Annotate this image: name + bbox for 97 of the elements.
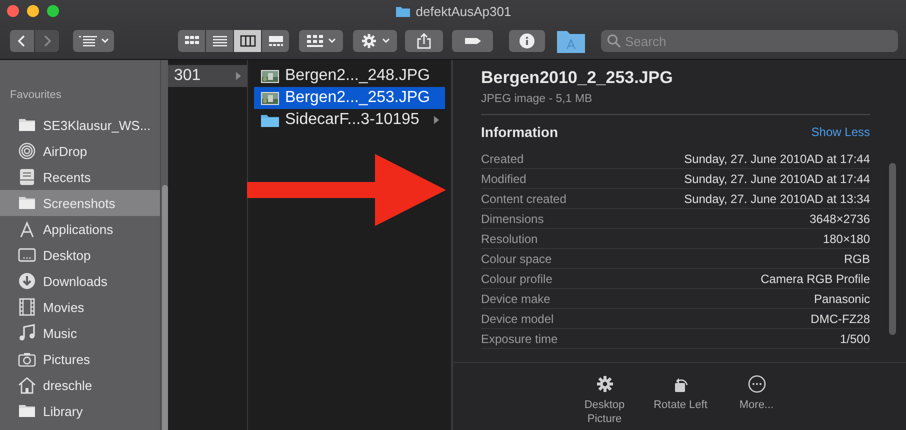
recents-icon <box>18 168 36 186</box>
info-value: Sunday, 27. June 2010AD at 17:44 <box>684 152 870 166</box>
info-label: Resolution <box>481 232 538 246</box>
view-mode-tab[interactable] <box>234 30 261 52</box>
zoom-button[interactable] <box>47 5 59 17</box>
folder-icon <box>394 4 411 18</box>
chevron-down-icon <box>100 38 108 44</box>
folder-icon <box>18 194 36 212</box>
file-name: SidecarF...3-10195 <box>285 111 420 129</box>
folder-icon <box>18 402 36 420</box>
section-header: Favourites <box>9 88 62 103</box>
file-type: JPEG image - 5,1 MB <box>481 93 870 115</box>
action-button[interactable]: Rotate Left <box>650 363 712 430</box>
show-less-link[interactable]: Show Less <box>811 125 870 139</box>
view-options-button[interactable] <box>73 30 114 52</box>
search-icon <box>607 34 621 48</box>
info-value: 1/500 <box>840 332 870 346</box>
view-mode-tab[interactable] <box>262 30 289 52</box>
sidebar-item[interactable]: Applications <box>0 216 160 242</box>
info-label: Colour profile <box>481 272 552 286</box>
info-value: Panasonic <box>814 292 870 306</box>
list-view-icon <box>210 34 228 48</box>
file-row[interactable]: SidecarF...3-10195 <box>254 109 445 131</box>
airdrop-icon <box>18 142 36 160</box>
chevron-left-icon <box>17 34 27 48</box>
file-title: Bergen2010_2_253.JPG <box>481 68 674 89</box>
info-value: Sunday, 27. June 2010AD at 17:44 <box>684 172 870 186</box>
applications-icon <box>18 220 36 238</box>
info-label: Modified <box>481 172 526 186</box>
sidebar-item[interactable]: SE3Klausur_WS... <box>0 112 160 138</box>
action-button[interactable] <box>353 30 397 52</box>
back-button[interactable] <box>10 30 34 52</box>
applications-folder-icon[interactable] <box>556 28 586 54</box>
view-mode-tab[interactable] <box>178 30 205 52</box>
share-icon <box>415 33 433 49</box>
sidebar-item[interactable]: Downloads <box>0 268 160 294</box>
minimize-button[interactable] <box>27 5 39 17</box>
file-name: Bergen2..._253.JPG <box>285 89 431 107</box>
gallery-view-icon <box>266 34 284 48</box>
info-label: Device model <box>481 312 554 326</box>
sidebar-item[interactable]: Desktop <box>0 242 160 268</box>
folder-icon <box>18 116 36 134</box>
scrollbar-thumb[interactable] <box>162 185 168 430</box>
file-row[interactable]: 301 <box>168 65 247 87</box>
window-title: defektAusAp301 <box>416 4 512 18</box>
list-icon <box>78 35 96 47</box>
group-button[interactable] <box>299 30 343 52</box>
more-icon <box>748 375 766 393</box>
scrollbar-thumb[interactable] <box>889 163 896 335</box>
desktop-icon <box>18 246 36 264</box>
section-heading: Information <box>481 124 558 140</box>
action-button[interactable]: More... <box>726 363 788 430</box>
info-label: Colour space <box>481 252 552 266</box>
info-value: Camera RGB Profile <box>760 272 870 286</box>
info-label: Dimensions <box>481 212 544 226</box>
file-row[interactable]: Bergen2..._248.JPG <box>254 65 445 87</box>
info-value: 3648×2736 <box>810 212 870 226</box>
info-button[interactable] <box>509 30 545 52</box>
house-icon <box>18 376 36 394</box>
info-value: RGB <box>844 252 870 266</box>
info-label: Device make <box>481 292 550 306</box>
info-icon <box>518 33 536 49</box>
close-button[interactable] <box>7 5 19 17</box>
file-name: 301 <box>174 67 202 85</box>
sidebar-item[interactable]: Movies <box>0 294 160 320</box>
info-label: Content created <box>481 192 566 206</box>
info-value: 180×180 <box>822 232 870 246</box>
share-button[interactable] <box>405 30 443 52</box>
download-icon <box>18 272 36 290</box>
gear-icon <box>360 33 378 49</box>
file-name: Bergen2..._248.JPG <box>285 67 431 85</box>
chevron-down-icon <box>328 38 336 44</box>
sidebar-item[interactable]: Music <box>0 320 160 346</box>
info-label: Exposure time <box>481 332 558 346</box>
sidebar-item[interactable]: Library <box>0 398 160 424</box>
info-value: DMC-FZ28 <box>810 312 870 326</box>
gear-icon <box>596 375 614 393</box>
chevron-right-icon <box>42 34 52 48</box>
folder-icon <box>260 112 280 128</box>
action-button[interactable]: Desktop Picture <box>574 363 636 430</box>
film-icon <box>18 298 36 316</box>
info-label: Created <box>481 152 524 166</box>
forward-button[interactable] <box>35 30 59 52</box>
chevron-down-icon <box>382 38 390 44</box>
sidebar-item[interactable]: Pictures <box>0 346 160 372</box>
sidebar-item[interactable]: Screenshots <box>0 190 160 216</box>
sidebar-item[interactable]: AirDrop <box>0 138 160 164</box>
sidebar-item[interactable]: Recents <box>0 164 160 190</box>
view-mode-tab[interactable] <box>206 30 233 52</box>
sidebar-item[interactable]: dreschle <box>0 372 160 398</box>
info-value: Sunday, 27. June 2010AD at 13:34 <box>684 192 870 206</box>
music-note-icon <box>18 324 36 342</box>
file-row[interactable]: Bergen2..._253.JPG <box>254 87 445 109</box>
column-view-icon <box>238 34 256 48</box>
camera-icon <box>18 350 36 368</box>
grid-icon <box>306 33 324 49</box>
tag-button[interactable] <box>452 30 493 52</box>
